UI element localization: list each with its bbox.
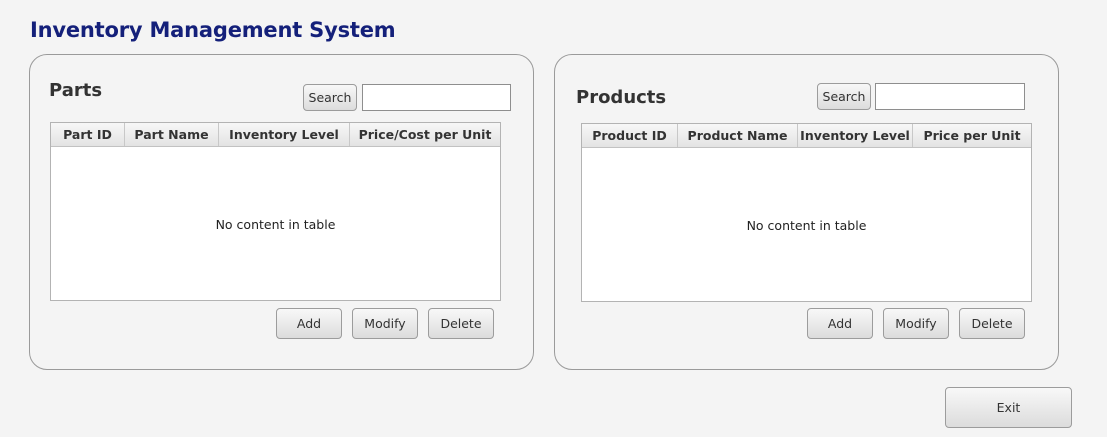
column-header-price-cost[interactable]: Price/Cost per Unit bbox=[350, 123, 500, 146]
parts-title: Parts bbox=[49, 80, 103, 101]
parts-delete-button[interactable]: Delete bbox=[428, 308, 494, 339]
parts-add-button[interactable]: Add bbox=[276, 308, 342, 339]
products-add-button[interactable]: Add bbox=[807, 308, 873, 339]
parts-empty-message: No content in table bbox=[215, 217, 336, 232]
products-modify-button[interactable]: Modify bbox=[883, 308, 949, 339]
column-header-inventory-level[interactable]: Inventory Level bbox=[798, 124, 913, 147]
exit-button[interactable]: Exit bbox=[945, 387, 1072, 428]
parts-modify-button[interactable]: Modify bbox=[352, 308, 418, 339]
products-panel: Products Search Product ID Product Name … bbox=[554, 54, 1059, 370]
products-search-input[interactable] bbox=[875, 83, 1025, 110]
column-header-price-per-unit[interactable]: Price per Unit bbox=[913, 124, 1031, 147]
parts-table-header: Part ID Part Name Inventory Level Price/… bbox=[51, 123, 500, 147]
parts-panel: Parts Search Part ID Part Name Inventory… bbox=[29, 54, 534, 370]
products-table[interactable]: Product ID Product Name Inventory Level … bbox=[581, 123, 1032, 302]
column-header-part-id[interactable]: Part ID bbox=[51, 123, 125, 146]
products-search-button[interactable]: Search bbox=[817, 83, 871, 110]
column-header-inventory-level[interactable]: Inventory Level bbox=[219, 123, 350, 146]
column-header-product-name[interactable]: Product Name bbox=[678, 124, 798, 147]
products-delete-button[interactable]: Delete bbox=[959, 308, 1025, 339]
parts-table[interactable]: Part ID Part Name Inventory Level Price/… bbox=[50, 122, 501, 301]
app-title: Inventory Management System bbox=[30, 18, 396, 42]
parts-search-button[interactable]: Search bbox=[303, 84, 357, 111]
products-title: Products bbox=[576, 87, 667, 108]
parts-search-input[interactable] bbox=[362, 84, 511, 111]
column-header-product-id[interactable]: Product ID bbox=[582, 124, 678, 147]
products-empty-message: No content in table bbox=[746, 218, 867, 233]
column-header-part-name[interactable]: Part Name bbox=[125, 123, 219, 146]
products-table-header: Product ID Product Name Inventory Level … bbox=[582, 124, 1031, 148]
